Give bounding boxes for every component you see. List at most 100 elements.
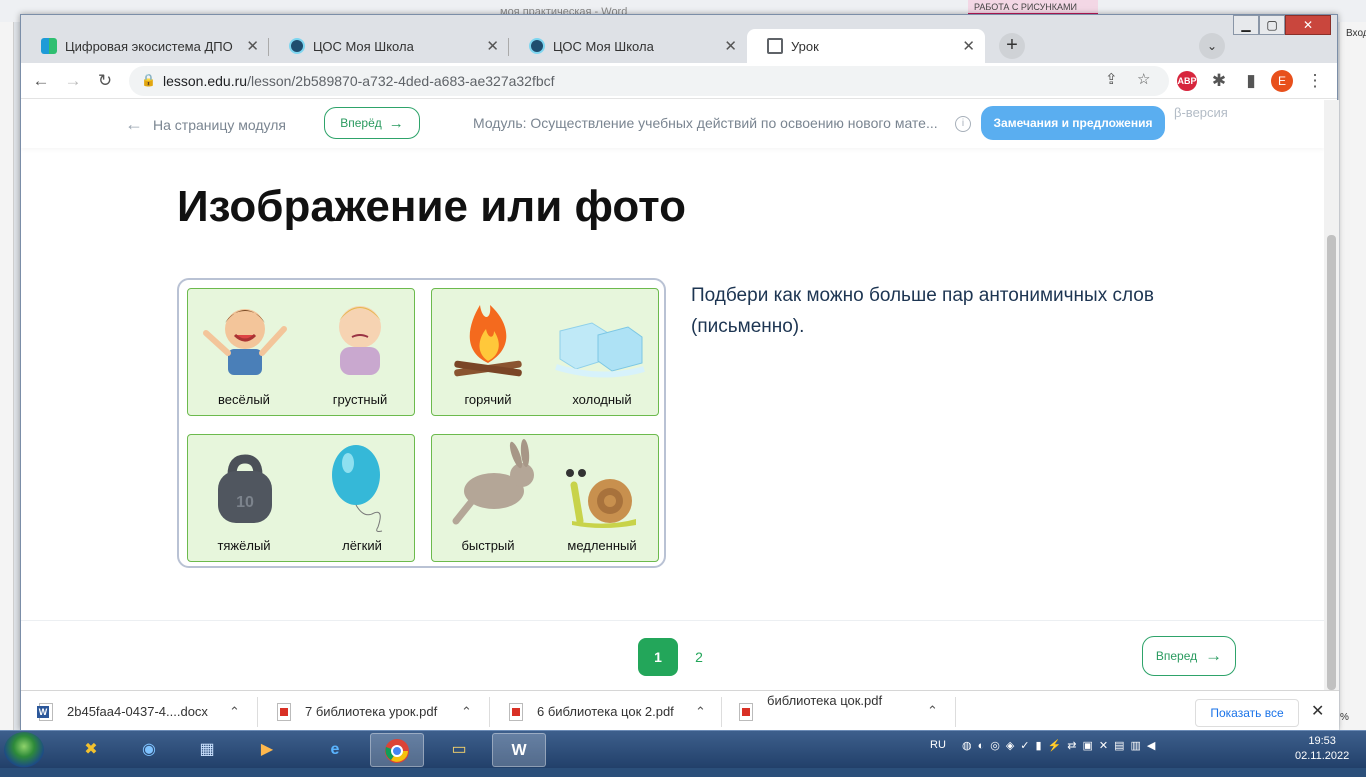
back-icon[interactable]: ←	[29, 69, 53, 93]
download-separator	[489, 697, 490, 727]
page-button-1[interactable]: 1	[638, 638, 678, 676]
profile-avatar[interactable]: E	[1271, 70, 1293, 92]
close-tab-icon[interactable]: ✕	[246, 37, 259, 55]
taskbar-app-1[interactable]: ✖	[64, 733, 118, 767]
extensions-puzzle-icon[interactable]: ✱	[1207, 69, 1231, 93]
taskbar-word-icon[interactable]: W	[492, 733, 546, 767]
happy-boy-icon	[203, 309, 287, 375]
word-hot: горячий	[464, 392, 512, 407]
lesson-favicon-icon	[767, 38, 783, 54]
hot-cold-illustration	[454, 305, 645, 378]
campfire-icon	[454, 305, 522, 377]
new-tab-button[interactable]: +	[999, 33, 1025, 59]
forward-button-top[interactable]: Вперёд →	[324, 107, 420, 139]
start-button[interactable]	[4, 732, 44, 768]
tray-icons[interactable]: ◍◐◎◈✓▮⚡⇄▣✕▤▥◀	[962, 739, 1161, 752]
windows-taskbar: ✖ ◉ ▦ ▶ e ▭ W RU ◍◐◎◈✓▮⚡⇄▣✕▤▥◀ 19:53 02.1…	[0, 730, 1366, 768]
tab-title: ЦОС Моя Школа	[553, 38, 654, 54]
lesson-header: ← На страницу модуля Вперёд → Модуль: Ос…	[21, 100, 1324, 148]
tab-school-2[interactable]: ЦОС Моя Школа ✕	[509, 29, 747, 63]
forward-icon[interactable]: →	[61, 69, 85, 93]
background-signin[interactable]: Вход	[1346, 28, 1366, 39]
tab-ecosystem[interactable]: Цифровая экосистема ДПО ✕	[21, 29, 269, 63]
bookmark-star-icon[interactable]: ☆	[1137, 70, 1150, 88]
image-pair-hot-cold: горячий холодный	[431, 288, 659, 416]
ice-cubes-icon	[555, 322, 645, 378]
taskbar-media-icon[interactable]: ▶	[240, 733, 294, 767]
address-bar[interactable]: 🔒 lesson.edu.ru/lesson/2b589870-a732-4de…	[129, 66, 1169, 96]
browser-window: Цифровая экосистема ДПО ✕ ЦОС Моя Школа …	[20, 14, 1339, 732]
chevron-up-icon[interactable]: ⌃	[927, 703, 938, 719]
page-button-2[interactable]: 2	[679, 638, 719, 676]
word-slow: медленный	[567, 538, 637, 553]
close-tab-icon[interactable]: ✕	[486, 37, 499, 55]
close-tab-icon[interactable]: ✕	[962, 37, 975, 55]
download-item-1[interactable]: 2b45faa4-0437-4....docx ⌃	[37, 691, 253, 732]
background-zoom: %	[1340, 712, 1349, 723]
share-icon[interactable]: ⇪	[1105, 70, 1118, 88]
close-tab-icon[interactable]: ✕	[724, 37, 737, 55]
word-sad: грустный	[332, 392, 388, 407]
ecosystem-favicon-icon	[41, 38, 57, 54]
url-text[interactable]: lesson.edu.ru/lesson/2b589870-a732-4ded-…	[163, 73, 555, 89]
next-label: Вперед	[1155, 649, 1198, 663]
lock-icon: 🔒	[141, 73, 156, 87]
pdf-file-icon	[509, 702, 523, 721]
taskbar-ie-icon[interactable]: e	[308, 733, 362, 767]
close-window-button[interactable]: ✕	[1285, 15, 1331, 35]
taskbar-chrome-icon[interactable]	[370, 733, 424, 767]
sad-boy-icon	[339, 306, 381, 375]
chevron-up-icon[interactable]: ⌃	[461, 704, 472, 720]
tab-title: ЦОС Моя Школа	[313, 38, 414, 54]
download-item-3[interactable]: 6 библиотека цок 2.pdf ⌃	[509, 691, 723, 732]
arrow-left-icon: ←	[125, 114, 143, 134]
arrow-right-icon: →	[1205, 646, 1223, 665]
minimize-button[interactable]: ▁	[1233, 15, 1259, 35]
tab-lesson[interactable]: Урок ✕	[747, 29, 985, 63]
side-panel-icon[interactable]: ▮	[1239, 69, 1263, 93]
tab-school-1[interactable]: ЦОС Моя Школа ✕	[269, 29, 509, 63]
page-scrollbar[interactable]	[1324, 100, 1339, 690]
clock-time: 19:53	[1308, 735, 1336, 747]
browser-toolbar: ← → ↻ 🔒 lesson.edu.ru/lesson/2b589870-a7…	[21, 63, 1337, 99]
tray-lang[interactable]: RU	[930, 739, 946, 751]
heavy-light-illustration: 10	[218, 445, 383, 532]
taskbar-app-3[interactable]: ▦	[180, 733, 234, 767]
taskbar-explorer-icon[interactable]: ▭	[432, 733, 486, 767]
reload-icon[interactable]: ↻	[93, 69, 117, 93]
download-separator	[955, 697, 956, 727]
task-text: Подбери как можно больше пар антонимичны…	[691, 285, 1154, 337]
tab-title: Цифровая экосистема ДПО	[65, 38, 233, 54]
show-all-downloads-button[interactable]: Показать все	[1195, 699, 1299, 727]
image-pair-heavy-light: 10 тяжёлый лёгкий	[187, 434, 415, 562]
menu-kebab-icon[interactable]: ⋮	[1303, 69, 1327, 93]
beta-label: β-версия	[1174, 105, 1228, 120]
school-favicon-icon	[289, 38, 305, 54]
feedback-button[interactable]: Замечания и предложения	[981, 106, 1165, 140]
antonyms-image: весёлый грустный горячий холодный 10 тяж…	[177, 278, 666, 568]
word-light: лёгкий	[342, 538, 382, 553]
tab-search-button[interactable]: ⌄	[1199, 33, 1225, 59]
back-label: На страницу модуля	[153, 116, 286, 133]
back-to-module-link[interactable]: ← На страницу модуля	[125, 114, 286, 135]
info-icon[interactable]: i	[955, 116, 971, 132]
download-separator	[721, 697, 722, 727]
weight-mark: 10	[236, 494, 254, 511]
word-heavy: тяжёлый	[217, 538, 271, 553]
download-separator	[257, 697, 258, 727]
close-downloads-icon[interactable]: ✕	[1311, 701, 1324, 721]
taskbar-app-2[interactable]: ◉	[122, 733, 176, 767]
chevron-up-icon[interactable]: ⌃	[229, 704, 240, 720]
arrow-right-icon: →	[388, 114, 404, 132]
clock-date: 02.11.2022	[1295, 750, 1350, 762]
download-item-2[interactable]: 7 библиотека урок.pdf ⌃	[277, 691, 491, 732]
scrollbar-thumb[interactable]	[1327, 235, 1336, 690]
word-cold: холодный	[572, 392, 632, 407]
chevron-up-icon[interactable]: ⌃	[695, 704, 706, 720]
adblock-extension-icon[interactable]: ABP	[1177, 71, 1197, 91]
next-button[interactable]: Вперед →	[1142, 636, 1236, 676]
download-item-4[interactable]: библиотека цок.pdf ⌃	[739, 691, 953, 732]
forward-label: Вперёд	[340, 116, 382, 130]
tray-clock[interactable]: 19:53 02.11.2022	[1295, 734, 1349, 764]
maximize-button[interactable]: ▢	[1259, 15, 1285, 35]
